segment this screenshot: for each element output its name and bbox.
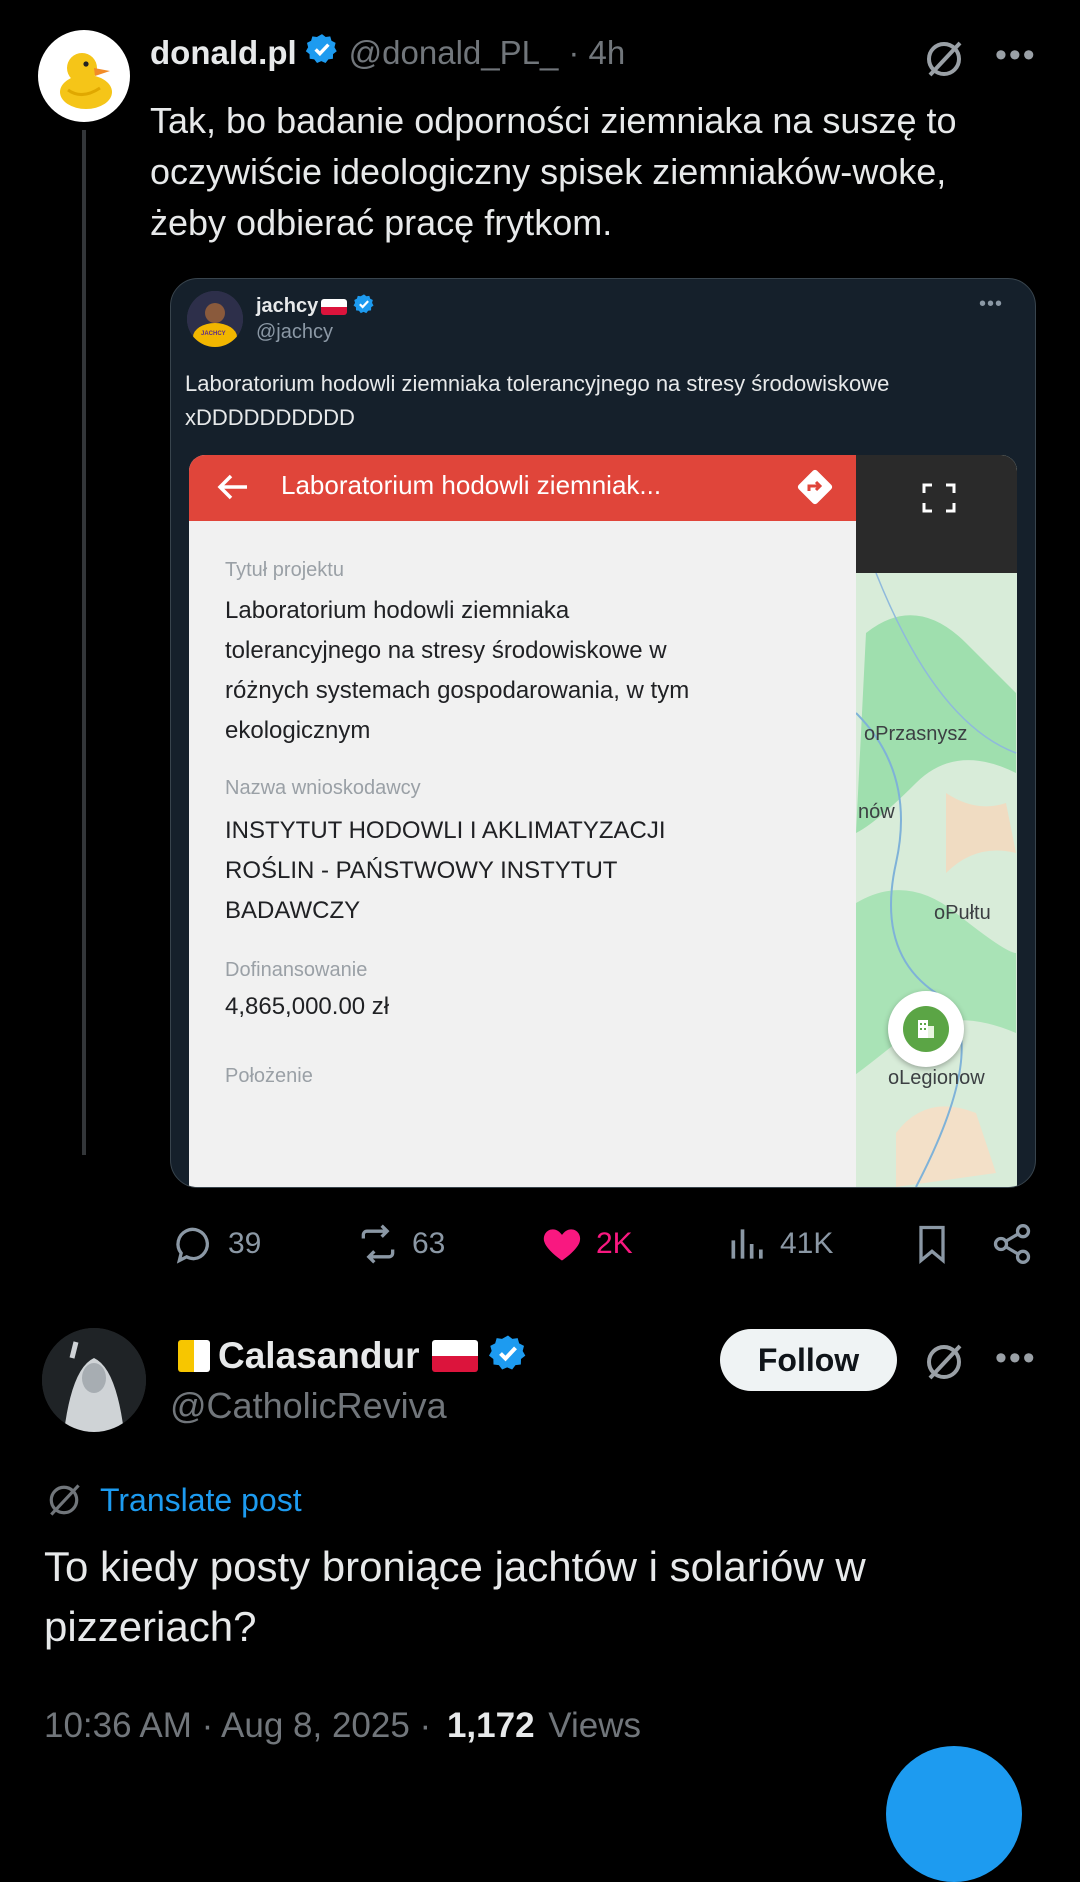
- poland-flag-icon: [321, 298, 348, 315]
- building-icon: [903, 1006, 949, 1052]
- embedded-author-handle[interactable]: @jachcy: [256, 321, 333, 344]
- embedded-header: jachcy: [256, 293, 375, 320]
- share-icon: [993, 1224, 1031, 1264]
- map-panel: oPrzasnysz nów oPułtu oLegionow: [856, 455, 1017, 1187]
- translate-grok-icon: [49, 1484, 80, 1516]
- reply-icon: [176, 1227, 209, 1264]
- field-value-title: Laboratorium hodowli ziemniaka tolerancy…: [225, 597, 690, 744]
- follow-button[interactable]: Follow: [720, 1329, 897, 1391]
- places-button[interactable]: [888, 991, 964, 1067]
- repost-icon: [361, 1224, 395, 1264]
- like-count: 2K: [596, 1227, 633, 1260]
- analytics-icon: [731, 1229, 763, 1259]
- post-meta: 10:36 AM · Aug 8, 2025 · 1,172 Views: [44, 1706, 641, 1746]
- field-label-applicant: Nazwa wnioskodawcy: [225, 777, 421, 799]
- grok-icon[interactable]: [922, 37, 966, 81]
- screenshot-header: Laboratorium hodowli ziemniak...: [189, 455, 856, 521]
- post-text: Tak, bo badanie odporności ziemniaka na …: [150, 100, 957, 243]
- reply-author-avatar[interactable]: [42, 1328, 146, 1432]
- translate-post-link[interactable]: Translate post: [44, 1480, 302, 1520]
- reply-verified-badge-icon: [488, 1333, 528, 1378]
- back-arrow-icon[interactable]: [215, 469, 251, 510]
- share-button[interactable]: [990, 1222, 1034, 1271]
- heart-icon: [543, 1229, 581, 1261]
- author-handle[interactable]: @donald_PL_: [349, 34, 559, 72]
- compose-fab[interactable]: [886, 1746, 1022, 1882]
- embedded-avatar-text: JACHCY: [201, 331, 226, 337]
- views-total: 1,172: [446, 1706, 535, 1745]
- post-timestamp[interactable]: 10:36 AM · Aug 8, 2025 ·: [44, 1706, 431, 1745]
- map-label-pultusk: oPułtu: [934, 902, 991, 924]
- map-label-legionowo: oLegionow: [888, 1067, 985, 1089]
- embedded-post-card[interactable]: JACHCY jachcy @jachcy ••• Laboratorium h…: [170, 278, 1036, 1188]
- reply-button[interactable]: 39: [172, 1222, 261, 1266]
- reply-author-name[interactable]: Calasandur: [218, 1335, 420, 1377]
- post-time[interactable]: · 4h: [568, 34, 625, 72]
- repost-count: 63: [412, 1227, 446, 1260]
- screenshot-header-title: Laboratorium hodowli ziemniak...: [281, 470, 662, 500]
- translate-post-label: Translate post: [100, 1481, 302, 1518]
- embedded-screenshot-image[interactable]: oPrzasnysz nów oPułtu oLegionow Laborato…: [189, 455, 1017, 1187]
- map-label-now: nów: [858, 801, 895, 823]
- details-panel: Tytuł projektu Laboratorium hodowli ziem…: [189, 521, 856, 1187]
- directions-icon[interactable]: [793, 465, 837, 514]
- embedded-author-name[interactable]: jachcy: [256, 295, 318, 318]
- field-label-title: Tytuł projektu: [225, 559, 344, 581]
- field-value-funding: 4,865,000.00 zł: [225, 993, 390, 1020]
- post-header: donald.pl @donald_PL_ · 4h: [150, 33, 625, 73]
- vatican-flag-icon: [178, 1339, 210, 1372]
- bookmark-button[interactable]: [910, 1222, 954, 1271]
- author-name[interactable]: donald.pl: [150, 34, 297, 72]
- duck-icon: [60, 53, 112, 109]
- reply-author-handle[interactable]: @CatholicReviva: [170, 1385, 447, 1427]
- like-button[interactable]: 2K: [540, 1222, 633, 1266]
- embedded-more-icon[interactable]: •••: [979, 293, 1003, 316]
- embedded-verified-badge-icon: [353, 293, 375, 320]
- views-count: 41K: [780, 1227, 834, 1260]
- map-label-przasnysz: oPrzasnysz: [864, 723, 968, 745]
- field-label-location: Położenie: [225, 1065, 313, 1087]
- author-avatar[interactable]: [38, 30, 130, 122]
- repost-button[interactable]: 63: [356, 1222, 445, 1266]
- views-button[interactable]: 41K: [726, 1222, 833, 1266]
- more-options-icon[interactable]: •••: [995, 38, 1037, 72]
- field-value-applicant: INSTYTUT HODOWLI I AKLIMATYZACJI ROŚLIN …: [225, 817, 666, 924]
- reply-grok-icon[interactable]: [922, 1340, 966, 1384]
- reply-header: Calasandur: [178, 1333, 528, 1378]
- reply-poland-flag-icon: [431, 1339, 478, 1372]
- thread-line: [82, 130, 86, 1155]
- views-label: Views: [548, 1706, 642, 1745]
- reply-count: 39: [228, 1227, 262, 1260]
- reply-post-text: To kiedy posty broniące jachtów i solari…: [44, 1543, 866, 1650]
- embedded-author-avatar[interactable]: JACHCY: [187, 291, 243, 347]
- reply-more-options-icon[interactable]: •••: [995, 1341, 1037, 1375]
- field-label-funding: Dofinansowanie: [225, 959, 368, 981]
- embedded-post-text: Laboratorium hodowli ziemniaka tolerancy…: [185, 371, 890, 430]
- bookmark-icon: [919, 1225, 945, 1265]
- verified-badge-icon: [305, 32, 339, 74]
- fullscreen-icon[interactable]: [922, 483, 956, 513]
